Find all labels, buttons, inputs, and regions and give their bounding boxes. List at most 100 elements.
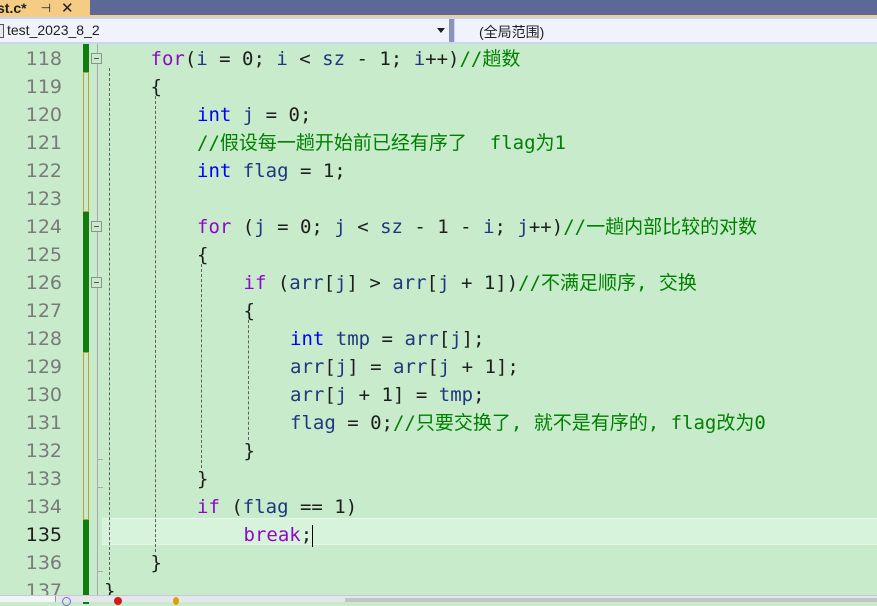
scope-dropdown[interactable]: (全局范围) [455,19,877,42]
identifier-token: j [242,104,255,126]
identifier-token: j [438,272,450,294]
code-line[interactable]: } [244,437,255,465]
identifier-token: arr [392,272,427,294]
unsaved-change-marker [83,72,89,212]
identifier-token: sz [380,216,403,238]
identifier-token: tmp [335,328,371,350]
chevron-down-icon[interactable] [437,28,445,33]
code-token: ; [300,524,313,546]
code-token: ]; [461,328,485,350]
warning-icon[interactable] [173,597,179,605]
zoom-box[interactable] [0,596,56,602]
code-token: ++) [528,216,564,238]
code-token: = [370,328,405,350]
identifier-token: j [438,356,451,378]
code-line[interactable]: } [151,549,162,577]
code-line[interactable]: //假设每一趟开始前已经有序了 flag为1 [197,129,566,157]
identifier-token: flag [242,160,289,182]
code-token: = 1; [288,160,346,182]
code-token: [ [324,356,336,378]
code-token: { [150,76,162,98]
identifier-token: j [335,384,348,406]
code-token: [ [324,384,336,406]
code-line[interactable]: if (flag == 1) [197,493,357,521]
code-line[interactable]: int tmp = arr[j]; [290,325,485,353]
code-line[interactable]: { [151,73,162,101]
code-line[interactable]: } [197,465,208,493]
identifier-token: arr [393,356,428,378]
code-token: ] = [347,356,393,378]
type-token: int [197,160,232,182]
collapse-icon[interactable] [91,221,102,232]
close-icon[interactable]: ✕ [61,0,74,17]
identifier-token: j [335,356,348,378]
comment-token: //趟数 [459,48,521,70]
collapse-icon[interactable] [91,53,102,64]
code-token: [ [438,328,451,350]
code-token: } [243,440,255,462]
code-line[interactable]: int j = 0; [197,101,311,129]
code-line[interactable]: for (j = 0; j < sz - 1 - i; j++)//一趟内部比较… [197,213,757,241]
code-token: = 0; [335,412,393,434]
code-token: ( [219,496,243,518]
identifier-token: j [254,216,266,238]
line-number: 126 [25,272,62,294]
code-token: = 0; [265,216,335,238]
error-icon[interactable] [114,597,122,605]
code-line[interactable]: break; [244,521,314,549]
indent-guide [155,96,156,552]
identifier-token: j [334,216,346,238]
code-token: ( [266,272,290,294]
identifier-token: i [413,48,426,70]
collapse-icon[interactable] [91,277,102,288]
code-line[interactable]: { [197,241,208,269]
project-dropdown[interactable]: test_2023_8_2 [0,19,450,42]
code-line[interactable]: if (arr[j] > arr[j + 1])//不满足顺序, 交换 [244,269,697,297]
code-line[interactable]: { [244,297,255,325]
code-line[interactable]: arr[j + 1] = tmp; [290,381,485,409]
fold-end-marker [97,571,103,572]
identifier-token: flag [242,496,289,518]
document-tab[interactable]: st.c* ⊣ ✕ [0,0,90,17]
line-number: 128 [25,328,62,350]
identifier-token: arr [290,384,325,406]
line-number: 130 [25,384,62,406]
code-token: ( [231,216,255,238]
pin-icon[interactable]: ⊣ [41,0,51,17]
horizontal-scrollbar[interactable] [345,598,877,602]
keyword-token: for [150,48,185,70]
keyword-token: if [243,272,267,294]
code-token: ++) [425,48,460,70]
indent-guide [109,68,110,580]
fold-end-marker [97,487,103,488]
navigation-bar: test_2023_8_2 (全局范围) [0,17,877,44]
line-number: 134 [25,496,62,518]
code-token: == 1) [288,496,358,518]
line-number: 119 [25,76,62,98]
code-line[interactable]: for(i = 0; i < sz - 1; i++)//趟数 [151,45,521,73]
code-editor[interactable]: 118 for(i = 0; i < sz - 1; i++)//趟数 119 {12… [0,44,877,604]
line-number: 120 [25,104,62,126]
identifier-token: i [196,48,208,70]
line-number: 118 [25,48,62,70]
code-line[interactable]: flag = 0;//只要交换了, 就不是有序的, flag改为0 [290,409,766,437]
identifier-token: tmp [438,384,474,406]
line-number: 129 [25,356,62,378]
line-number: 125 [25,244,62,266]
identifier-token: sz [322,48,346,70]
code-token: ] > [346,272,393,294]
code-token: + 1]; [450,356,519,378]
saved-change-marker [83,520,89,604]
code-token: ; [473,384,485,406]
outline-margin [97,44,98,597]
code-line[interactable]: arr[j] = arr[j + 1]; [290,353,519,381]
type-token: int [197,104,232,126]
identifier-token: arr [404,328,439,350]
line-number: 127 [25,300,62,322]
identifier-token: i [483,216,495,238]
line-number: 124 [25,216,62,238]
code-token: ; [494,216,518,238]
code-line[interactable]: int flag = 1; [197,157,346,185]
keyword-token: if [197,496,220,518]
